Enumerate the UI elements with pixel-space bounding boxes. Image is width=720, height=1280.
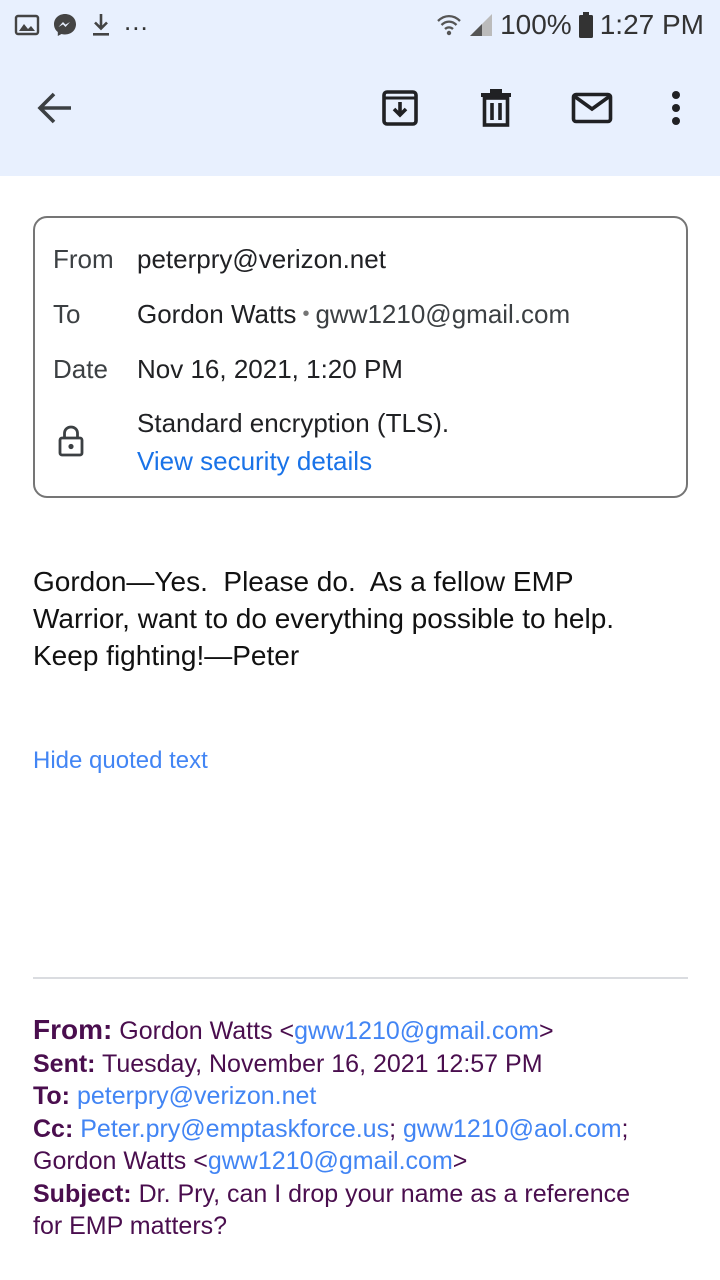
- wifi-icon: [437, 14, 461, 36]
- quoted-from-name: Gordon Watts <: [119, 1017, 295, 1045]
- more-options-button[interactable]: [648, 80, 704, 136]
- hide-quoted-text-link[interactable]: Hide quoted text: [33, 747, 208, 775]
- quoted-cc-close: >: [452, 1147, 468, 1175]
- download-icon: [93, 14, 109, 36]
- delete-icon: [481, 89, 511, 127]
- quoted-cc-name: Gordon Watts <: [33, 1147, 208, 1175]
- quoted-to-label: To:: [33, 1082, 71, 1110]
- view-security-details-link[interactable]: View security details: [137, 446, 372, 477]
- message-toolbar: [0, 50, 720, 176]
- quoted-subject-line-2: for EMP matters?: [33, 1210, 703, 1243]
- quoted-cc-email-link[interactable]: gww1210@gmail.com: [208, 1147, 453, 1175]
- quote-divider: [33, 977, 688, 979]
- lock-icon: [58, 425, 84, 457]
- quoted-cc-label: Cc:: [33, 1114, 74, 1143]
- quoted-to-email-link[interactable]: peterpry@verizon.net: [77, 1082, 316, 1110]
- to-separator: •: [302, 303, 310, 325]
- quoted-subject-value: Dr. Pry, can I drop your name as a refer…: [138, 1179, 631, 1208]
- battery-icon: [578, 12, 593, 38]
- back-arrow-icon: [37, 92, 71, 124]
- archive-icon: [382, 90, 418, 126]
- more-notifications: ...: [124, 5, 149, 36]
- mark-unread-button[interactable]: [564, 80, 620, 136]
- quoted-subject-label: Subject:: [33, 1179, 132, 1208]
- delete-button[interactable]: [468, 80, 524, 136]
- quoted-cc-separator: ;: [389, 1114, 397, 1143]
- signal-icon: [470, 14, 493, 36]
- status-bar: ... 100% 1:27 PM: [0, 0, 720, 50]
- message-line: Keep fighting!—Peter: [33, 640, 300, 671]
- quoted-from-close: >: [539, 1017, 554, 1045]
- quoted-from-email-link[interactable]: gww1210@gmail.com: [294, 1017, 539, 1045]
- quoted-header: From: Gordon Watts <gww1210@gmail.com> S…: [33, 1014, 703, 1243]
- message-body: Gordon—Yes. Please do. As a fellow EMP W…: [33, 563, 693, 674]
- image-icon: [14, 14, 40, 36]
- message-line: Gordon—Yes. Please do. As a fellow EMP: [33, 566, 574, 597]
- more-vert-icon: [672, 91, 680, 125]
- quoted-to-line: To: peterpry@verizon.net: [33, 1080, 703, 1113]
- quoted-cc-line: Cc: Peter.pry@emptaskforce.us; gww1210@a…: [33, 1113, 703, 1146]
- date-value: Nov 16, 2021, 1:20 PM: [137, 354, 403, 384]
- to-email: gww1210@gmail.com: [315, 299, 571, 329]
- message-details-card: From peterpry@verizon.net To Gordon Watt…: [33, 216, 688, 498]
- quoted-cc-email-link[interactable]: gww1210@aol.com: [403, 1115, 622, 1143]
- status-right: 100% 1:27 PM: [436, 8, 704, 42]
- quoted-sent-line: Sent: Tuesday, November 16, 2021 12:57 P…: [33, 1048, 703, 1081]
- quoted-from-label: From:: [33, 1014, 113, 1045]
- to-value: Gordon Watts • gww1210@gmail.com: [137, 299, 570, 330]
- from-label: From: [53, 244, 114, 274]
- quoted-from-line: From: Gordon Watts <gww1210@gmail.com>: [33, 1014, 703, 1048]
- message-line: Warrior, want to do everything possible …: [33, 603, 615, 634]
- mark-unread-icon: [571, 92, 613, 124]
- messenger-icon: [54, 14, 76, 36]
- date-label: Date: [53, 354, 108, 384]
- quoted-cc-line-2: Gordon Watts <gww1210@gmail.com>: [33, 1145, 703, 1178]
- quoted-subject-value-cont: for EMP matters?: [33, 1212, 228, 1240]
- battery-percent: 100%: [500, 9, 572, 40]
- notification-icons: ...: [14, 6, 149, 40]
- quoted-cc-email-link[interactable]: Peter.pry@emptaskforce.us: [80, 1115, 389, 1143]
- quoted-cc-separator: ;: [621, 1114, 629, 1143]
- quoted-subject-line: Subject: Dr. Pry, can I drop your name a…: [33, 1178, 703, 1211]
- encryption-text: Standard encryption (TLS).: [137, 408, 450, 438]
- back-button[interactable]: [27, 80, 83, 136]
- archive-button[interactable]: [372, 80, 428, 136]
- from-value: peterpry@verizon.net: [137, 244, 386, 274]
- quoted-sent-label: Sent:: [33, 1049, 96, 1078]
- to-label: To: [53, 299, 81, 329]
- quoted-sent-value: Tuesday, November 16, 2021 12:57 PM: [102, 1049, 543, 1078]
- to-name: Gordon Watts: [137, 299, 297, 329]
- clock: 1:27 PM: [599, 9, 704, 40]
